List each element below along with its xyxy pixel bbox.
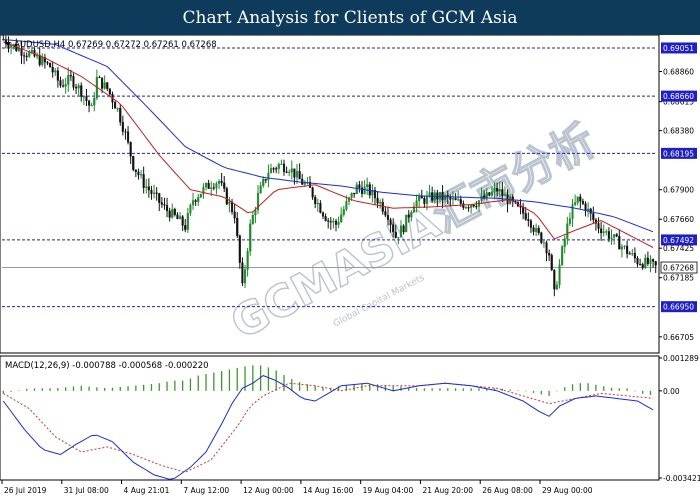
- time-tick-label: 26 Aug 08:00: [482, 486, 533, 495]
- time-tick-label: 4 Aug 21:01: [124, 486, 170, 495]
- time-tick-label: 21 Aug 20:00: [422, 486, 473, 495]
- current-price-label: 0.67268: [663, 264, 694, 273]
- time-tick-label: 14 Aug 16:00: [303, 486, 354, 495]
- candle: [540, 231, 543, 245]
- level-price-label: 0.68195: [663, 149, 694, 158]
- macd-tick-label: 0.00: [663, 387, 680, 396]
- price-tick-label: 0.66705: [663, 333, 694, 342]
- time-tick-label: 12 Aug 00:00: [243, 486, 294, 495]
- macd-label: MACD(12,26,9) -0.000788 -0.000568 -0.000…: [5, 361, 209, 371]
- price-tick-label: 0.68380: [663, 127, 694, 136]
- chart-canvas: GCMASIA汇市分析 Global Capital Markets 0.688…: [0, 35, 700, 495]
- time-tick-label: 29 Aug 00:00: [542, 486, 593, 495]
- symbol-info: AUDUSD,H4 0.67269 0.67272 0.67261 0.6726…: [14, 40, 217, 50]
- candle: [249, 219, 252, 256]
- level-price-label: 0.68660: [663, 92, 694, 101]
- time-tick-label: 26 Jul 2019: [4, 486, 47, 495]
- time-axis: 26 Jul 2019 31 Jul 08:00 4 Aug 21:01 7 Aug …: [1, 480, 593, 495]
- candle: [561, 245, 564, 267]
- macd-tick-label: -0.003421: [663, 474, 700, 483]
- time-tick-label: 7 Aug 12:00: [183, 486, 229, 495]
- banner: Chart Analysis for Clients of GCM Asia: [0, 0, 700, 35]
- candle: [199, 193, 202, 198]
- level-price-label: 0.66950: [663, 303, 694, 312]
- price-axis: 0.688600.686150.683800.679000.676600.674…: [659, 42, 698, 342]
- time-tick-label: 31 Jul 08:00: [64, 486, 109, 495]
- price-tick-label: 0.67900: [663, 186, 694, 195]
- price-tick-label: 0.67660: [663, 215, 694, 224]
- banner-title: Chart Analysis for Clients of GCM Asia: [182, 7, 518, 28]
- candle: [132, 155, 135, 172]
- macd-panel-frame: [0, 355, 660, 481]
- candle: [225, 186, 228, 206]
- level-price-label: 0.67492: [663, 236, 694, 245]
- macd-tick-label: 0.001289: [663, 354, 699, 363]
- price-tick-label: 0.67185: [663, 274, 694, 283]
- candle: [49, 62, 52, 68]
- level-price-label: 0.69051: [663, 44, 694, 53]
- price-tick-label: 0.68860: [663, 67, 694, 76]
- price-tick-label: 0.67425: [663, 244, 694, 253]
- macd-axis: 0.001289 0.00 -0.003421: [659, 354, 700, 483]
- candle: [405, 214, 408, 233]
- time-tick-label: 19 Aug 04:00: [363, 486, 414, 495]
- candle: [550, 253, 553, 272]
